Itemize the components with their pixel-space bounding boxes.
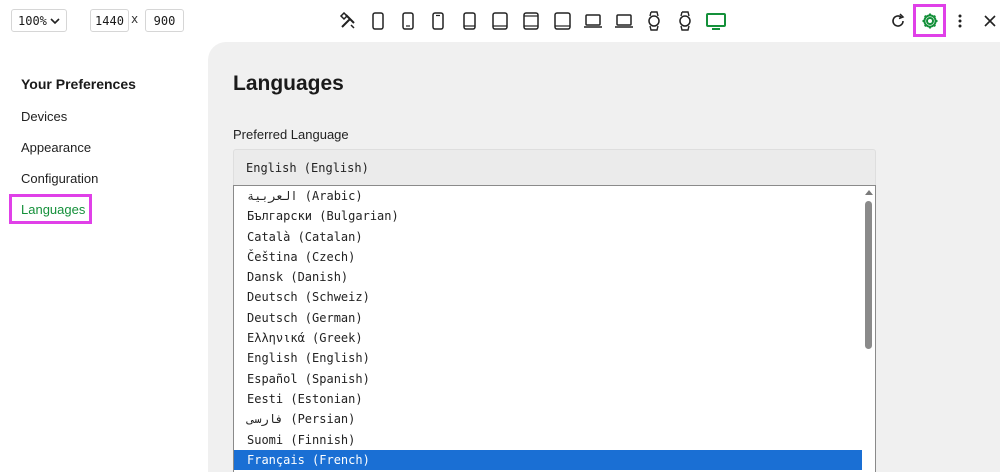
language-select[interactable]: English (English)	[233, 149, 876, 186]
laptop-icon[interactable]	[614, 11, 634, 31]
language-option[interactable]: Български (Bulgarian)	[234, 206, 862, 226]
zoom-select[interactable]: 100%	[11, 9, 67, 32]
top-toolbar: 100% 1440 x 900	[0, 0, 1000, 42]
language-option[interactable]: Deutsch (German)	[234, 308, 862, 328]
close-icon[interactable]	[980, 11, 1000, 31]
phone-icon[interactable]	[459, 11, 479, 31]
scroll-thumb[interactable]	[865, 201, 872, 349]
sidebar-item-languages[interactable]: Languages	[9, 194, 92, 224]
language-option[interactable]: Català (Catalan)	[234, 227, 862, 247]
sidebar-item-appearance[interactable]: Appearance	[21, 140, 91, 155]
language-option[interactable]: Ελληνικά (Greek)	[234, 328, 862, 348]
language-option[interactable]: Čeština (Czech)	[234, 247, 862, 267]
height-value: 900	[153, 13, 176, 28]
watch-icon[interactable]	[644, 11, 664, 31]
more-menu-icon[interactable]	[950, 11, 970, 31]
language-option[interactable]: Deutsch (Schweiz)	[234, 287, 862, 307]
page-title: Languages	[233, 72, 344, 95]
scrollbar[interactable]	[862, 186, 875, 472]
tablet-icon[interactable]	[490, 11, 510, 31]
language-dropdown-list[interactable]: العربية (Arabic) Български (Bulgarian) Cat…	[233, 185, 876, 472]
gear-icon	[922, 13, 937, 28]
settings-button[interactable]	[913, 4, 946, 37]
chevron-down-icon	[50, 18, 60, 25]
reload-icon[interactable]	[888, 11, 908, 31]
tv-icon[interactable]	[706, 11, 726, 31]
width-input[interactable]: 1440	[90, 9, 129, 32]
dimension-separator: x	[131, 12, 139, 26]
width-value: 1440	[95, 13, 124, 28]
sidebar-title: Your Preferences	[21, 76, 136, 92]
sidebar-item-configuration[interactable]: Configuration	[21, 171, 98, 186]
language-option[interactable]: Eesti (Estonian)	[234, 389, 862, 409]
watch-icon[interactable]	[675, 11, 695, 31]
tablet-icon[interactable]	[521, 11, 541, 31]
language-option[interactable]: Español (Spanish)	[234, 369, 862, 389]
phone-icon[interactable]	[398, 11, 418, 31]
tablet-icon[interactable]	[552, 11, 572, 31]
tools-icon[interactable]	[338, 11, 358, 31]
language-option[interactable]: Dansk (Danish)	[234, 267, 862, 287]
zoom-value: 100%	[18, 13, 47, 28]
preferred-language-label: Preferred Language	[233, 127, 349, 142]
language-option[interactable]: Suomi (Finnish)	[234, 430, 862, 450]
language-option[interactable]: العربية (Arabic)	[234, 186, 862, 206]
laptop-icon[interactable]	[583, 11, 603, 31]
language-select-value: English (English)	[246, 160, 369, 175]
phone-icon[interactable]	[368, 11, 388, 31]
language-option[interactable]: فارسی (Persian)	[234, 409, 862, 429]
language-option[interactable]: English (English)	[234, 348, 862, 368]
scroll-up-arrow-icon[interactable]	[865, 190, 873, 195]
phone-icon[interactable]	[428, 11, 448, 31]
height-input[interactable]: 900	[145, 9, 184, 32]
sidebar-item-devices[interactable]: Devices	[21, 109, 67, 124]
sidebar-item-label: Languages	[21, 201, 86, 217]
language-option[interactable]: Français (French)	[234, 449, 862, 471]
